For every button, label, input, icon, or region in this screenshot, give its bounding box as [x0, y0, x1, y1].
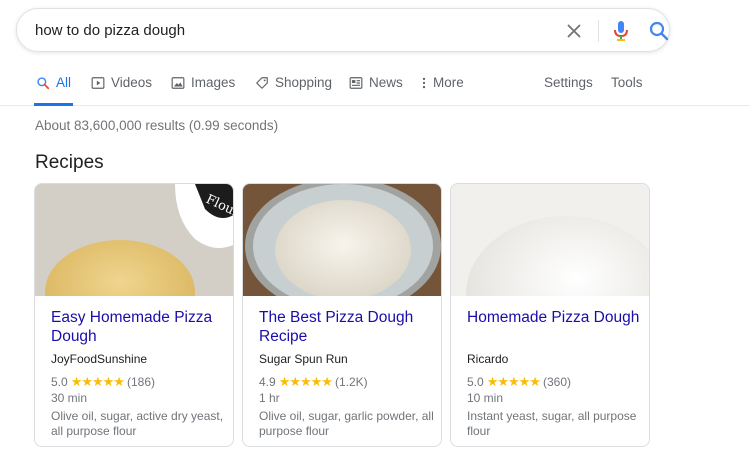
tab-all[interactable]: All [34, 75, 74, 106]
star-rating-icon: ★★★★★ [486, 374, 541, 389]
rating-value: 5.0 [51, 375, 68, 389]
recipe-source: Sugar Spun Run [259, 352, 348, 366]
star-rating-icon: ★★★★★ [70, 374, 125, 389]
tab-label: More [433, 75, 464, 90]
video-icon [91, 77, 105, 89]
recipe-source: Ricardo [467, 352, 509, 366]
recipe-card-body: Homemade Pizza Dough Ricardo 5.0 ★★★★★ (… [467, 308, 643, 439]
tools-label: Tools [611, 75, 643, 90]
recipe-card[interactable]: Flour Easy Homemade Pizza Dough JoyFoodS… [34, 183, 234, 447]
recipe-ingredients: Instant yeast, sugar, all purpose flour [467, 409, 637, 438]
tab-label: All [56, 75, 72, 90]
tab-shopping[interactable]: Shopping [255, 75, 332, 106]
tab-more[interactable]: More [421, 75, 464, 106]
recipe-image [451, 184, 649, 296]
tab-label: News [369, 75, 403, 90]
recipe-time: 30 min [51, 391, 88, 405]
search-tabs: All Videos Images Shopping News More Set… [0, 66, 750, 106]
recipe-source: JoyFoodSunshine [51, 352, 148, 366]
recipe-time: 10 min [467, 391, 504, 405]
recipe-image [243, 184, 441, 296]
recipe-image: Flour [35, 184, 233, 296]
search-input[interactable] [35, 9, 535, 51]
search-icon[interactable] [647, 19, 671, 43]
tab-label: Shopping [275, 75, 333, 90]
result-stats: About 83,600,000 results (0.99 seconds) [35, 118, 279, 133]
more-vert-icon [422, 77, 426, 89]
recipe-card[interactable]: Homemade Pizza Dough Ricardo 5.0 ★★★★★ (… [450, 183, 650, 447]
recipe-ingredients: Olive oil, sugar, garlic powder, all pur… [259, 409, 434, 438]
rating-value: 5.0 [467, 375, 484, 389]
review-count: (186) [126, 375, 155, 389]
recipe-card[interactable]: The Best Pizza Dough Recipe Sugar Spun R… [242, 183, 442, 447]
settings-label: Settings [544, 75, 593, 90]
recipe-title[interactable]: The Best Pizza Dough Recipe [259, 308, 435, 346]
news-icon [349, 77, 363, 89]
star-rating-icon: ★★★★★ [278, 374, 333, 389]
tab-news[interactable]: News [349, 75, 403, 106]
recipe-time: 1 hr [259, 391, 280, 405]
search-divider [598, 20, 599, 42]
tab-images[interactable]: Images [171, 75, 235, 106]
tab-label: Images [191, 75, 236, 90]
recipe-card-body: Easy Homemade Pizza Dough JoyFoodSunshin… [51, 308, 227, 439]
microphone-icon[interactable] [611, 19, 631, 43]
search-icon [37, 77, 50, 90]
rating-value: 4.9 [259, 375, 276, 389]
recipe-ingredients: Olive oil, sugar, active dry yeast, all … [51, 409, 224, 438]
image-icon [171, 77, 185, 89]
recipes-heading: Recipes [35, 152, 104, 173]
review-count: (1.2K) [334, 375, 368, 389]
tools-link[interactable]: Tools [611, 75, 643, 106]
recipe-rating: 5.0 ★★★★★ (186) [51, 374, 227, 390]
tab-label: Videos [111, 75, 153, 90]
review-count: (360) [542, 375, 571, 389]
recipe-rating: 4.9 ★★★★★ (1.2K) [259, 374, 435, 390]
recipe-card-body: The Best Pizza Dough Recipe Sugar Spun R… [259, 308, 435, 439]
search-bar [16, 8, 670, 52]
tag-icon [256, 77, 268, 89]
tab-videos[interactable]: Videos [91, 75, 152, 106]
recipe-rating: 5.0 ★★★★★ (360) [467, 374, 643, 390]
settings-link[interactable]: Settings [544, 75, 593, 106]
recipe-title[interactable]: Easy Homemade Pizza Dough [51, 308, 227, 346]
recipe-title[interactable]: Homemade Pizza Dough [467, 308, 643, 346]
clear-icon[interactable] [563, 20, 585, 42]
